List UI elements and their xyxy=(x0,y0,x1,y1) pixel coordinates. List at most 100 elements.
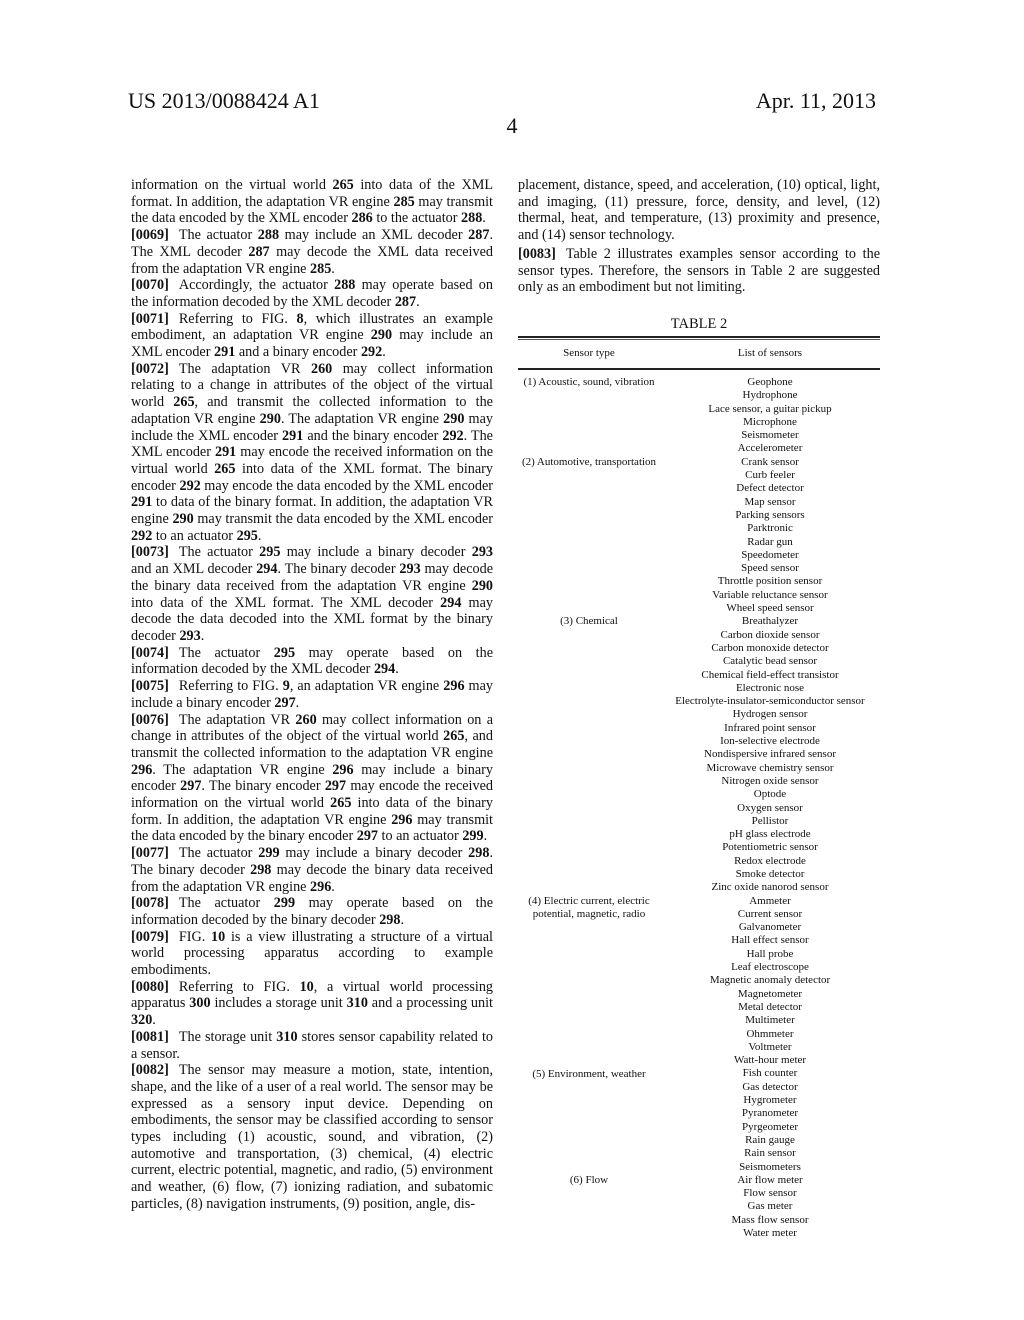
sensor-item: Map sensor xyxy=(744,495,796,508)
paragraph: [0070] Accordingly, the actuator 288 may … xyxy=(131,277,493,310)
publication-date: Apr. 11, 2013 xyxy=(755,88,876,113)
sensor-item: Carbon monoxide detector xyxy=(711,641,829,654)
sensor-type-cell: (6) Flow xyxy=(569,1174,609,1186)
sensor-item: Leaf electroscope xyxy=(731,961,809,974)
paragraph-text: The storage unit 310 stores sensor capab… xyxy=(131,1028,493,1062)
paragraph-text: The adaptation VR 260 may collect inform… xyxy=(131,711,494,845)
sensor-type-cell: (4) Electric current, electric potential… xyxy=(528,894,650,920)
right-text-column: placement, distance, speed, and accelera… xyxy=(518,177,880,296)
sensor-type-cell: (1) Acoustic, sound, vibration xyxy=(523,376,655,388)
sensor-item: Potentiometric sensor xyxy=(722,841,818,854)
paragraph: [0073] The actuator 295 may include a bin… xyxy=(131,544,493,644)
sensor-item: Electrolyte-insulator-semiconductor sens… xyxy=(675,695,865,708)
paragraph: [0081] The storage unit 310 stores sensor… xyxy=(131,1029,493,1062)
sensor-item: Curb feeler xyxy=(745,469,795,482)
sensor-item: Accelerometer xyxy=(737,442,803,455)
sensor-item: Hydrogen sensor xyxy=(732,708,808,721)
sensor-item: Microphone xyxy=(743,415,797,428)
sensor-item: Microwave chemistry sensor xyxy=(706,761,834,774)
paragraph-number: [0074] xyxy=(131,644,169,661)
sensor-type-column: (1) Acoustic, sound, vibration (2) Automo… xyxy=(518,376,660,1240)
table-title: TABLE 2 xyxy=(670,316,728,332)
sensor-item: Throttle position sensor xyxy=(717,575,823,588)
sensor-item: Hydrophone xyxy=(742,389,798,402)
sensor-item: Seismometer xyxy=(741,429,799,442)
sensor-list-column: Geophone Hydrophone Lace sensor, a guitar … xyxy=(660,376,880,1240)
paragraph: [0082] The sensor may measure a motion, s… xyxy=(131,1062,493,1212)
sensor-item: Lace sensor, a guitar pickup xyxy=(708,402,832,415)
paragraph-number: [0070] xyxy=(131,277,169,294)
sensor-item: Electronic nose xyxy=(735,681,805,694)
sensor-item: Defect detector xyxy=(736,482,804,495)
sensor-item: Speedometer xyxy=(741,548,799,561)
paragraph-number: [0069] xyxy=(131,227,169,244)
paragraph-text: Referring to FIG. 9, an adaptation VR en… xyxy=(131,678,493,711)
sensor-item: Magnetic anomaly detector xyxy=(709,974,831,987)
sensor-item: Parktronic xyxy=(747,522,793,535)
sensor-item: Smoke detector xyxy=(735,867,805,880)
sensor-item: Flow sensor xyxy=(743,1187,797,1200)
sensor-item: Gas meter xyxy=(747,1200,793,1213)
sensor-item: Fish counter xyxy=(742,1067,798,1080)
paragraph-text: The actuator 295 may operate based on th… xyxy=(131,644,493,678)
paragraph-number: [0080] xyxy=(131,978,169,995)
sensor-item: Voltmeter xyxy=(748,1040,792,1053)
paragraph-text: The actuator 299 may operate based on th… xyxy=(131,895,493,928)
sensor-item: Speed sensor xyxy=(741,562,799,575)
sensor-item: Zinc oxide nanorod sensor xyxy=(711,881,829,894)
sensor-item: Water meter xyxy=(743,1227,797,1239)
paragraph-number: [0081] xyxy=(131,1028,169,1045)
paragraph-text: The actuator 288 may include an XML deco… xyxy=(131,227,493,277)
paragraph-number: [0073] xyxy=(131,544,169,561)
paragraph-number: [0083] xyxy=(518,245,556,262)
sensor-item: Nondispersive infrared sensor xyxy=(704,748,836,761)
sensor-item: Rain sensor xyxy=(744,1147,796,1160)
paragraph-text: The sensor may measure a motion, state, … xyxy=(131,1062,493,1212)
sensor-item: Ohmmeter xyxy=(746,1027,794,1040)
sensor-item: Geophone xyxy=(747,376,793,388)
paragraph-number: [0076] xyxy=(131,711,169,728)
sensor-item: Redox electrode xyxy=(734,854,806,867)
paragraph-text: Accordingly, the actuator 288 may operat… xyxy=(131,277,493,310)
paragraph: [0078] The actuator 299 may operate based… xyxy=(131,895,493,928)
paragraph: [0083] Table 2 illustrates examples senso… xyxy=(518,246,880,296)
sensor-type-cell: (5) Environment, weather xyxy=(532,1067,646,1080)
paragraph: information on the virtual world 265 int… xyxy=(131,177,493,227)
sensor-item: Ammeter xyxy=(749,894,791,907)
paragraph-text: information on the virtual world 265 int… xyxy=(131,177,493,227)
sensor-item: Carbon dioxide sensor xyxy=(720,628,820,641)
sensor-table: Sensor type List of sensors (1) Acoustic… xyxy=(518,336,880,1240)
sensor-item: Chemical field-effect transistor xyxy=(701,668,839,681)
sensor-item: Multimeter xyxy=(745,1014,795,1027)
sensor-item: Ion-selective electrode xyxy=(720,735,820,748)
sensor-item: Breathalyzer xyxy=(741,615,799,628)
paragraph-number: [0072] xyxy=(131,360,169,377)
paragraph: placement, distance, speed, and accelera… xyxy=(518,177,880,244)
sensor-item: Galvanometer xyxy=(738,921,802,934)
sensor-item: Metal detector xyxy=(738,1000,802,1013)
paragraph-number: [0079] xyxy=(131,928,169,945)
sensor-item: Optode xyxy=(753,788,787,801)
paragraph-text: Referring to FIG. 8, which illustrates a… xyxy=(131,310,493,361)
paragraph-number: [0071] xyxy=(131,310,169,327)
left-text-column: information on the virtual world 265 int… xyxy=(131,177,493,1213)
sensor-item: Mass flow sensor xyxy=(731,1213,809,1226)
sensor-item: Pellistor xyxy=(751,814,789,827)
paragraph-text: The adaptation VR 260 may collect inform… xyxy=(131,360,494,544)
paragraph-number: [0075] xyxy=(131,678,169,695)
paragraph: [0080] Referring to FIG. 10, a virtual wo… xyxy=(131,979,493,1029)
header-sensor-type: Sensor type xyxy=(563,347,615,360)
publication-number: US 2013/0088424 A1 xyxy=(128,88,320,113)
paragraph: [0075] Referring to FIG. 9, an adaptation… xyxy=(131,678,493,711)
sensor-item: Pyranometer xyxy=(741,1107,799,1120)
sensor-item: Variable reluctance sensor xyxy=(712,588,828,601)
sensor-item: Hall effect sensor xyxy=(731,934,809,947)
sensor-type-cell: (2) Automotive, transportation xyxy=(521,455,657,468)
sensor-item: Seismometers xyxy=(739,1160,801,1173)
sensor-item: Pyrgeometer xyxy=(741,1120,798,1133)
sensor-item: Oxygen sensor xyxy=(737,801,803,814)
paragraph-text: Referring to FIG. 10, a virtual world pr… xyxy=(131,978,494,1029)
sensor-item: Rain gauge xyxy=(745,1133,795,1146)
paragraph: [0079] FIG. 10 is a view illustrating a s… xyxy=(131,929,493,979)
paragraph-text: The actuator 295 may include a binary de… xyxy=(131,544,494,644)
